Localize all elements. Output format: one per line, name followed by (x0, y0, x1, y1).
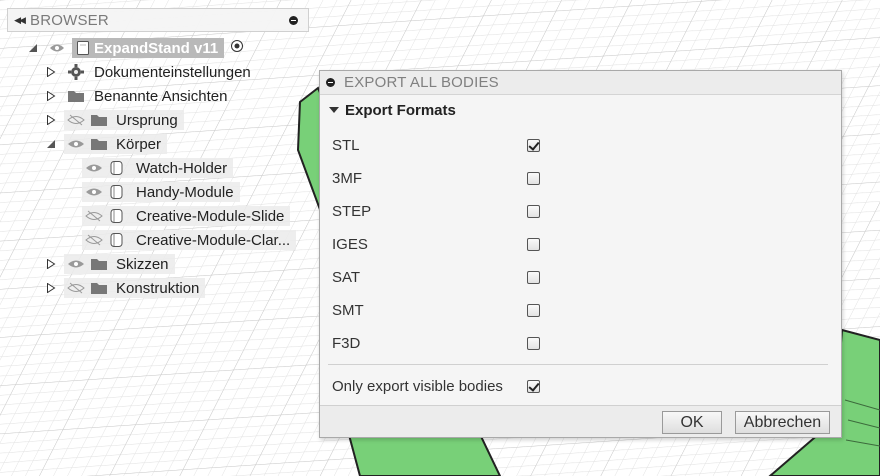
tree-item-dokumenteinstellungen[interactable]: Dokumenteinstellungen (46, 61, 257, 83)
tree-root[interactable]: ExpandStand v11 (28, 37, 244, 59)
activate-radio-icon[interactable] (230, 39, 244, 58)
dialog-footer: OK Abbrechen (320, 405, 841, 437)
collapse-panel-icon[interactable]: ◀◀ (8, 15, 30, 26)
smt-checkbox[interactable] (527, 304, 540, 317)
expand-triangle-icon[interactable] (46, 253, 56, 275)
tree-item-handy-module[interactable]: Handy-Module (82, 181, 240, 203)
dialog-title: EXPORT ALL BODIES (344, 74, 499, 91)
visible-only-row: Only export visible bodies (332, 375, 552, 397)
format-row-step: STEP (332, 200, 552, 222)
3mf-checkbox[interactable] (527, 172, 540, 185)
tree-item-skizzen[interactable]: Skizzen (46, 253, 175, 275)
root-component[interactable]: ExpandStand v11 (72, 38, 225, 58)
f3d-checkbox[interactable] (527, 337, 540, 350)
body-icon (106, 232, 128, 248)
format-row-3mf: 3MF (332, 167, 552, 189)
step-checkbox[interactable] (527, 205, 540, 218)
body-icon (106, 160, 128, 176)
tree-item-watch-holder[interactable]: Watch-Holder (82, 157, 234, 179)
divider (328, 364, 828, 365)
tree-item-label: Watch-Holder (136, 159, 228, 177)
expand-triangle-icon[interactable] (46, 61, 56, 83)
folder-icon (88, 113, 110, 127)
sat-checkbox[interactable] (527, 271, 540, 284)
browser-title: BROWSER (30, 11, 109, 29)
eye-hidden-icon[interactable] (64, 114, 88, 126)
visible-only-label: Only export visible bodies (332, 378, 503, 395)
eye-icon[interactable] (82, 162, 106, 174)
tree-item-label: Handy-Module (136, 183, 234, 201)
tree-item-creative-module-slide[interactable]: Creative-Module-Slide (82, 205, 291, 227)
format-row-smt: SMT (332, 299, 552, 321)
tree-item-benannte-ansichten[interactable]: Benannte Ansichten (46, 85, 233, 107)
tree-item-koerper[interactable]: Körper (46, 133, 168, 155)
format-label: 3MF (332, 170, 362, 187)
folder-icon (88, 257, 110, 271)
format-label: SMT (332, 302, 364, 319)
body-icon (106, 208, 128, 224)
format-label: IGES (332, 236, 368, 253)
stl-checkbox[interactable] (527, 139, 540, 152)
format-row-stl: STL (332, 134, 552, 156)
eye-icon[interactable] (64, 138, 88, 150)
tree-item-label: Benannte Ansichten (94, 87, 228, 105)
tree-item-label: Creative-Module-Clar... (136, 231, 291, 249)
minimize-dialog-icon[interactable] (326, 78, 335, 87)
tree-item-creative-module-clar[interactable]: Creative-Module-Clar... (82, 229, 297, 251)
eye-hidden-icon[interactable] (82, 210, 106, 222)
format-label: STEP (332, 203, 372, 220)
tree-item-label: Körper (116, 135, 162, 153)
folder-icon (88, 281, 110, 295)
folder-icon (64, 89, 88, 103)
tree-item-label: Konstruktion (116, 279, 200, 297)
expand-triangle-icon[interactable] (46, 85, 56, 107)
ok-button[interactable]: OK (662, 411, 722, 434)
collapse-triangle-icon[interactable] (46, 133, 56, 155)
tree-item-label: Creative-Module-Slide (136, 207, 285, 225)
eye-icon[interactable] (82, 186, 106, 198)
panel-options-icon[interactable] (289, 16, 298, 25)
eye-icon[interactable] (48, 43, 66, 53)
dialog-titlebar[interactable]: EXPORT ALL BODIES (320, 71, 841, 95)
root-label: ExpandStand v11 (94, 39, 219, 57)
collapse-triangle-icon[interactable] (329, 101, 339, 119)
tree-item-label: Dokumenteinstellungen (94, 63, 251, 81)
tree-item-konstruktion[interactable]: Konstruktion (46, 277, 206, 299)
export-dialog: EXPORT ALL BODIES Export Formats STL 3MF… (319, 70, 842, 438)
cancel-button[interactable]: Abbrechen (735, 411, 830, 434)
format-row-sat: SAT (332, 266, 552, 288)
tree-item-ursprung[interactable]: Ursprung (46, 109, 184, 131)
section-title: Export Formats (345, 101, 456, 119)
expand-triangle-icon[interactable] (46, 277, 56, 299)
folder-icon (88, 137, 110, 151)
tree-item-label: Skizzen (116, 255, 169, 273)
iges-checkbox[interactable] (527, 238, 540, 251)
visible-only-checkbox[interactable] (527, 380, 540, 393)
tree-item-label: Ursprung (116, 111, 178, 129)
document-icon (72, 40, 94, 56)
gear-icon (64, 64, 88, 80)
format-row-iges: IGES (332, 233, 552, 255)
eye-hidden-icon[interactable] (64, 282, 88, 294)
eye-icon[interactable] (64, 258, 88, 270)
collapse-triangle-icon[interactable] (28, 37, 42, 59)
format-label: F3D (332, 335, 361, 352)
browser-panel-header: ◀◀ BROWSER (7, 8, 309, 32)
format-label: STL (332, 137, 360, 154)
format-label: SAT (332, 269, 361, 286)
eye-hidden-icon[interactable] (82, 234, 106, 246)
body-icon (106, 184, 128, 200)
export-formats-section[interactable]: Export Formats (320, 99, 456, 121)
expand-triangle-icon[interactable] (46, 109, 56, 131)
format-row-f3d: F3D (332, 332, 552, 354)
